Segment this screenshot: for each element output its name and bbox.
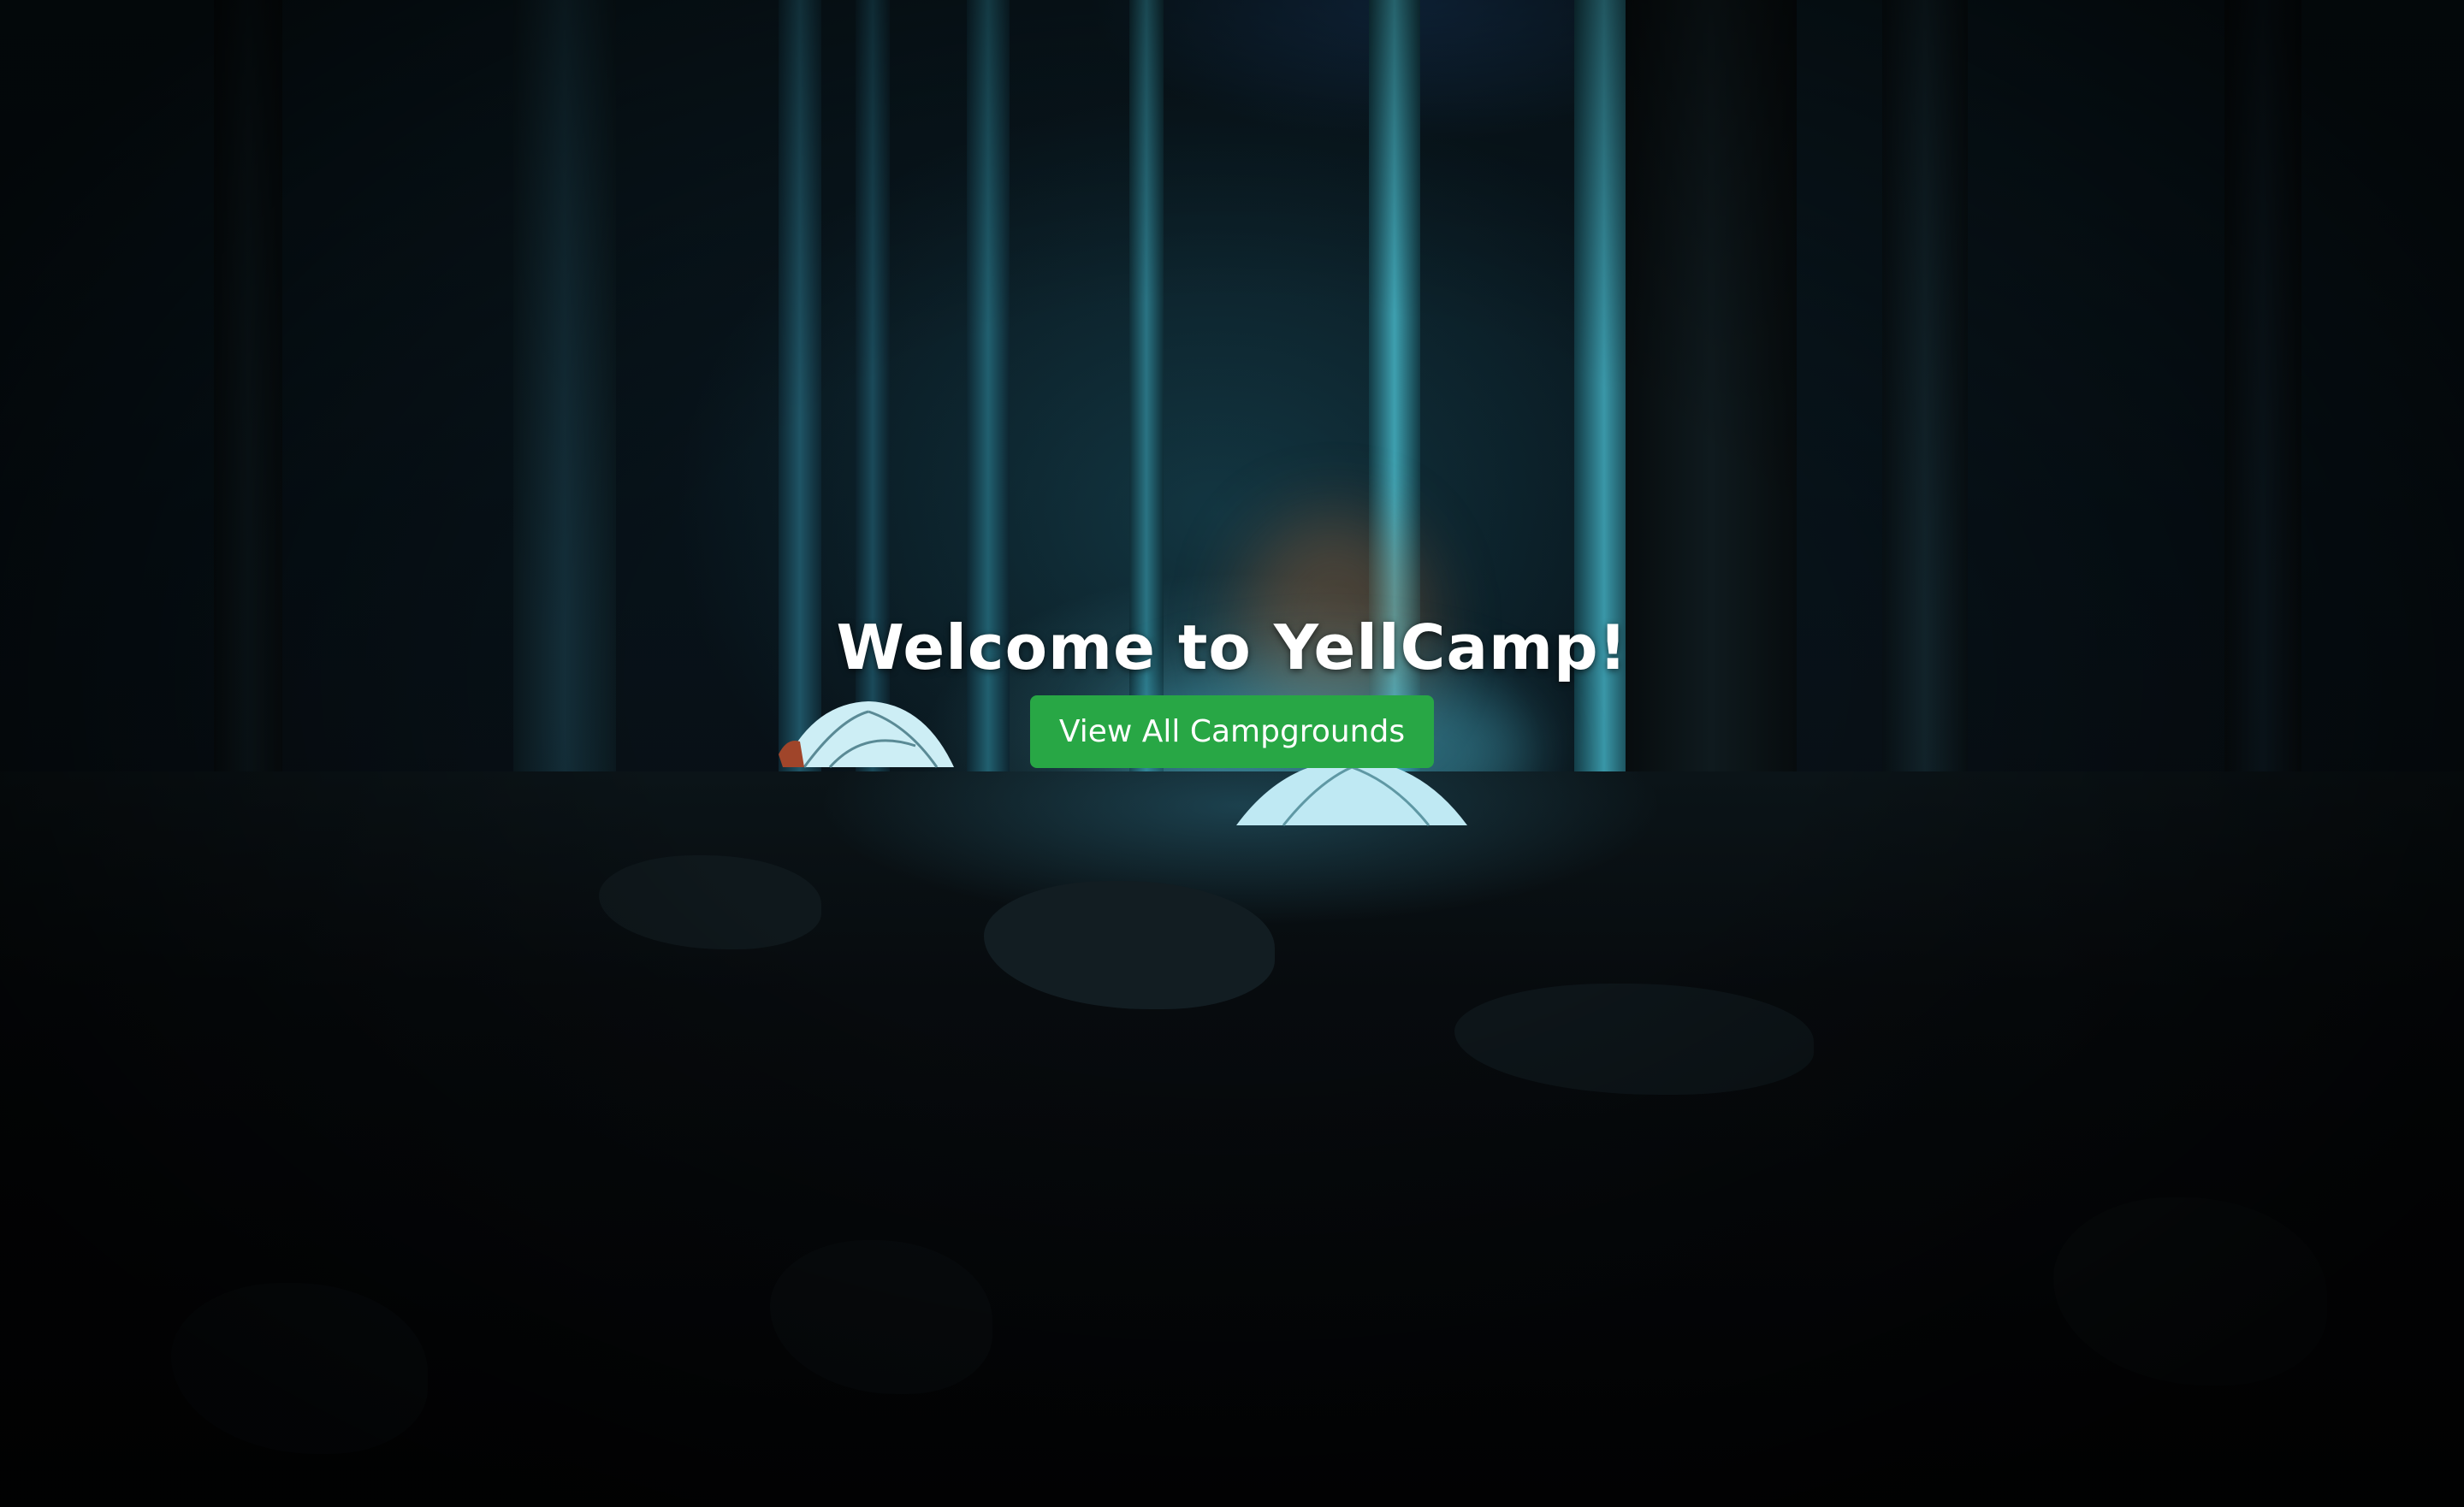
hero-content: Welcome to YellCamp! View All Campground… (837, 612, 1628, 768)
page-title: Welcome to YellCamp! (836, 611, 1628, 683)
view-all-campgrounds-button[interactable]: View All Campgrounds (1029, 694, 1435, 768)
cover-container: Welcome to YellCamp! View All Campground… (0, 0, 2464, 1507)
